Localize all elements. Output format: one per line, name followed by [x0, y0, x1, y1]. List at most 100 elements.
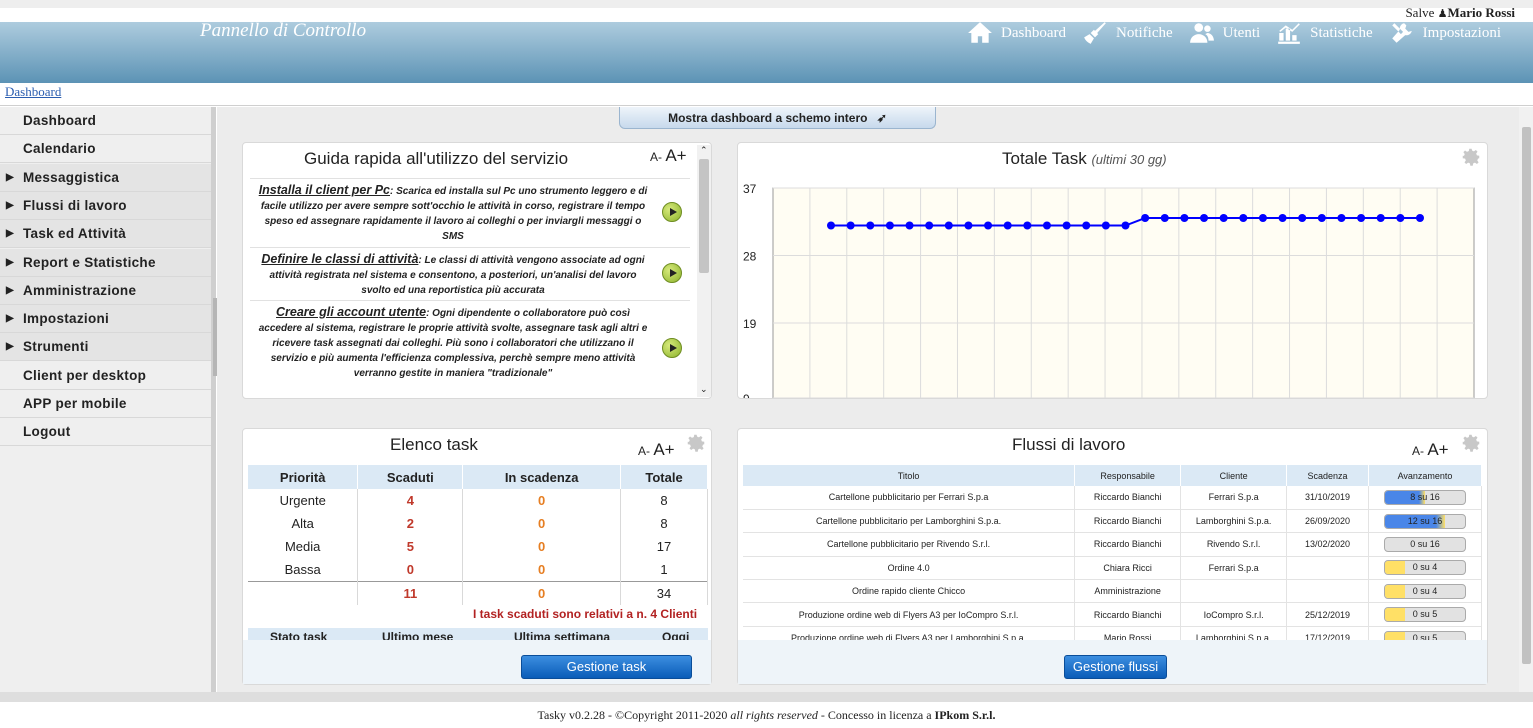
play-icon[interactable]	[662, 263, 682, 283]
totals-label	[248, 580, 359, 605]
in-scadenza-cell[interactable]: 0	[462, 489, 622, 512]
task-clients-note: I task scaduti sono relativi a n. 4 Clie…	[473, 607, 698, 621]
flussi-scadenza-cell: 26/09/2020	[1286, 509, 1369, 534]
broom-icon	[1084, 22, 1106, 44]
sidebar-item-dashboard[interactable]: Dashboard	[0, 107, 211, 135]
table-row[interactable]: Alta 2 0 8	[248, 512, 708, 535]
chart-data-point	[1082, 221, 1091, 230]
scaduti-cell[interactable]: 5	[357, 535, 464, 558]
nav-statistiche[interactable]: Statistiche	[1276, 20, 1373, 46]
flussi-avanzamento-cell: 0 su 4	[1368, 579, 1482, 604]
gear-icon[interactable]	[1460, 146, 1482, 168]
sidebar-splitter[interactable]	[211, 107, 216, 703]
nav-utenti[interactable]: Utenti	[1189, 20, 1260, 46]
table-row[interactable]: Bassa 0 0 1	[248, 558, 708, 581]
sidebar-item-messaggistica[interactable]: ▶ Messaggistica	[0, 163, 211, 192]
scroll-up-icon[interactable]: ⌃	[700, 145, 708, 156]
flussi-row[interactable]: Produzione ordine web di Flyers A3 per I…	[743, 602, 1482, 627]
flussi-titolo-cell: Cartellone pubblicitario per Ferrari S.p…	[743, 486, 1076, 510]
sidebar-item-report-e-statistiche[interactable]: ▶ Report e Statistiche	[0, 248, 211, 277]
guide-scrollbar[interactable]: ⌃ ⌄	[697, 145, 711, 397]
elenco-task-table: Priorità Scaduti In scadenza Totale Urge…	[248, 465, 708, 605]
gear-icon[interactable]	[1460, 432, 1482, 454]
flussi-row[interactable]: Cartellone pubblicitario per Rivendo S.r…	[743, 532, 1482, 557]
sidebar-item-app-per-mobile[interactable]: APP per mobile	[0, 390, 211, 418]
flussi-cliente-cell: Lamborghini S.p.a.	[1180, 509, 1288, 534]
sidebar-item-task-ed-attivit[interactable]: ▶ Task ed Attività	[0, 220, 211, 249]
caret-right-icon: ▶	[6, 313, 14, 325]
in-scadenza-cell[interactable]: 0	[462, 535, 622, 558]
chart-y-tick-label: 37	[743, 182, 757, 196]
font-smaller-button[interactable]: A-	[650, 150, 662, 164]
user-name[interactable]: Mario Rossi	[1447, 5, 1515, 20]
font-smaller-button[interactable]: A-	[1412, 444, 1424, 458]
chart-data-point	[846, 221, 855, 230]
chart-data-point	[1042, 221, 1051, 230]
breadcrumb-dashboard[interactable]: Dashboard	[5, 84, 61, 100]
table-row[interactable]: Media 5 0 17	[248, 535, 708, 558]
progress-label: 0 su 5	[1412, 609, 1438, 620]
fullscreen-toggle-button[interactable]: Mostra dashboard a schemo intero ➶	[619, 107, 936, 129]
nav-label: Impostazioni	[1422, 24, 1501, 41]
sidebar-item-client-per-desktop[interactable]: Client per desktop	[0, 361, 211, 390]
sidebar-item-impostazioni[interactable]: ▶ Impostazioni	[0, 305, 211, 334]
in-scadenza-cell[interactable]: 0	[462, 512, 622, 535]
guide-item: Definire le classi di attività: Le class…	[250, 247, 690, 300]
font-bigger-button[interactable]: A+	[1427, 440, 1448, 459]
sidebar-item-logout[interactable]: Logout	[0, 418, 211, 447]
flussi-row[interactable]: Ordine rapido cliente Chicco Amministrazi…	[743, 579, 1482, 604]
flussi-avanzamento-cell: 12 su 16	[1368, 509, 1482, 534]
nav-dashboard[interactable]: Dashboard	[967, 20, 1066, 46]
flussi-row[interactable]: Ordine 4.0 Chiara Ricci Ferrari S.p.a 0 su …	[743, 556, 1482, 581]
flussi-scadenza-cell: 13/02/2020	[1286, 532, 1369, 557]
chart-data-point	[1200, 214, 1209, 222]
totale-cell: 8	[620, 489, 708, 512]
scroll-down-icon[interactable]: ⌄	[700, 384, 708, 395]
caret-right-icon: ▶	[6, 199, 14, 211]
progress-bar: 0 su 4	[1384, 560, 1466, 576]
flussi-responsabile-cell: Chiara Ricci	[1074, 556, 1182, 581]
gestione-flussi-button[interactable]: Gestione flussi	[1064, 655, 1167, 679]
chart-data-point	[1239, 214, 1248, 222]
flussi-titolo-cell: Produzione ordine web di Flyers A3 per I…	[743, 602, 1076, 627]
gestione-task-button[interactable]: Gestione task	[521, 655, 692, 679]
priority-cell: Media	[248, 535, 359, 558]
font-bigger-button[interactable]: A+	[653, 440, 674, 459]
guide-item-title[interactable]: Definire le classi di attività	[261, 252, 418, 266]
sidebar-item-strumenti[interactable]: ▶ Strumenti	[0, 333, 211, 362]
guide-font-controls: A- A+	[650, 146, 687, 166]
flussi-row[interactable]: Produzione ordine web di Flyers A3 per L…	[743, 626, 1482, 640]
flussi-responsabile-cell: Amministrazione	[1074, 579, 1182, 604]
guide-item-title[interactable]: Installa il client per Pc	[259, 183, 390, 197]
scaduti-cell[interactable]: 0	[357, 558, 464, 581]
font-smaller-button[interactable]: A-	[638, 444, 650, 458]
gear-icon[interactable]	[685, 432, 707, 454]
page-scroll-thumb[interactable]	[1522, 127, 1531, 664]
guide-scroll-thumb[interactable]	[699, 159, 709, 273]
flussi-cliente-cell: Ferrari S.p.a	[1180, 486, 1288, 510]
chart-data-point	[1298, 214, 1307, 222]
greeting-salutation: Salve	[1405, 5, 1435, 20]
flussi-row[interactable]: Cartellone pubblicitario per Ferrari S.p…	[743, 486, 1482, 510]
play-icon[interactable]	[662, 202, 682, 222]
font-bigger-button[interactable]: A+	[665, 146, 686, 165]
table-row[interactable]: Urgente 4 0 8	[248, 489, 708, 512]
chart-plot-area	[772, 187, 1475, 398]
chart-data-point	[1160, 214, 1169, 222]
scaduti-cell[interactable]: 2	[357, 512, 464, 535]
sidebar-item-flussi-di-lavoro[interactable]: ▶ Flussi di lavoro	[0, 191, 211, 220]
sidebar-item-calendario[interactable]: Calendario	[0, 135, 211, 164]
chart-data-point	[1396, 214, 1405, 222]
totals-row: 11 0 34	[248, 580, 708, 605]
flussi-row[interactable]: Cartellone pubblicitario per Lamborghini…	[743, 509, 1482, 534]
scaduti-cell[interactable]: 4	[357, 489, 464, 512]
in-scadenza-cell[interactable]: 0	[462, 558, 622, 581]
play-icon[interactable]	[662, 338, 682, 358]
guide-item-title[interactable]: Creare gli account utente	[276, 305, 426, 319]
nav-impostazioni[interactable]: Impostazioni	[1389, 20, 1501, 46]
flussi-responsabile-cell: Riccardo Bianchi	[1074, 532, 1182, 557]
nav-notifiche[interactable]: Notifiche	[1082, 20, 1173, 46]
totale-cell: 1	[620, 558, 708, 581]
chart-data-point	[964, 221, 973, 230]
sidebar-item-amministrazione[interactable]: ▶ Amministrazione	[0, 276, 211, 305]
